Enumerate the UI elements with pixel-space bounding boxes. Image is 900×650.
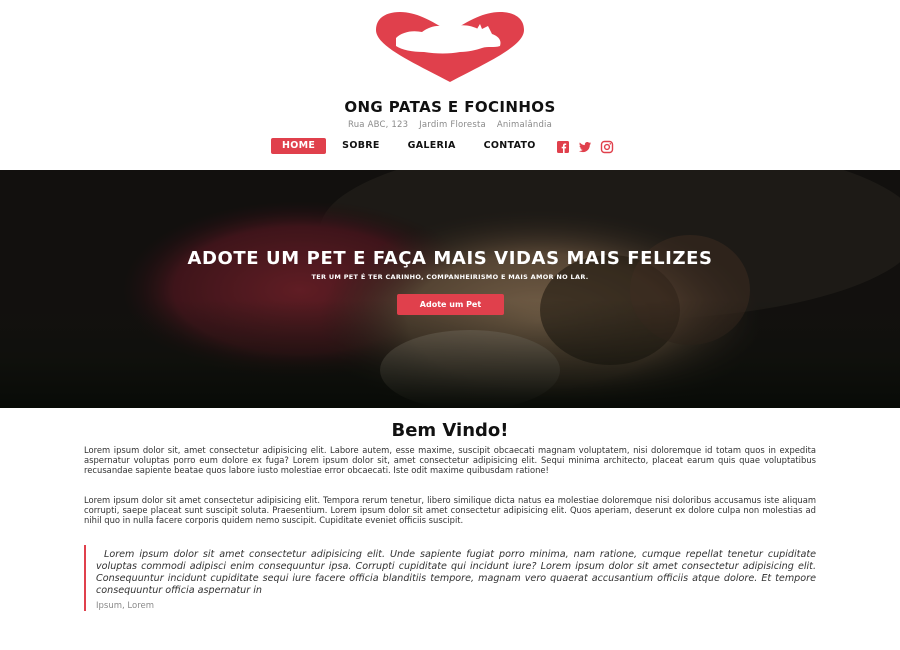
nav-item-sobre[interactable]: SOBRE — [342, 138, 379, 154]
adopt-pet-button[interactable]: Adote um Pet — [397, 294, 504, 315]
nav-item-contato[interactable]: CONTATO — [484, 138, 536, 154]
twitter-icon[interactable] — [578, 139, 592, 153]
main-content: Bem Vindo! Lorem ipsum dolor sit, amet c… — [84, 408, 816, 612]
blockquote: Lorem ipsum dolor sit amet consectetur a… — [84, 545, 816, 612]
hero-title: ADOTE UM PET E FAÇA MAIS VIDAS MAIS FELI… — [187, 248, 713, 269]
hero-banner: ADOTE UM PET E FAÇA MAIS VIDAS MAIS FELI… — [0, 170, 900, 408]
address: Rua ABC, 123 Jardim Floresta Animalândia — [0, 120, 900, 130]
social-links — [556, 139, 614, 154]
instagram-icon[interactable] — [600, 139, 614, 154]
nav-item-galeria[interactable]: GALERIA — [408, 138, 456, 154]
heart-pets-logo-icon — [376, 12, 524, 82]
main-nav: HOME SOBRE GALERIA CONTATO — [271, 137, 614, 155]
address-street: Rua ABC, 123 — [347, 120, 409, 130]
welcome-paragraph-2: Lorem ipsum dolor sit amet consectetur a… — [84, 494, 816, 526]
quote-cite: Ipsum, Lorem — [96, 601, 155, 612]
nav-item-home[interactable]: HOME — [271, 138, 327, 154]
address-city: Animalândia — [496, 120, 553, 130]
hero-dog-photo — [0, 170, 900, 408]
address-neighborhood: Jardim Floresta — [419, 120, 486, 130]
welcome-paragraph-1: Lorem ipsum dolor sit, amet consectetur … — [84, 445, 816, 476]
hero-subtitle: TER UM PET É TER CARINHO, COMPANHEIRISMO… — [311, 273, 589, 281]
site-header: ONG PATAS E FOCINHOS Rua ABC, 123 Jardim… — [0, 0, 900, 170]
facebook-icon[interactable] — [556, 139, 570, 153]
welcome-heading: Bem Vindo! — [391, 420, 509, 441]
site-title: ONG PATAS E FOCINHOS — [344, 98, 556, 116]
quote-text: Lorem ipsum dolor sit amet consectetur a… — [96, 549, 816, 597]
